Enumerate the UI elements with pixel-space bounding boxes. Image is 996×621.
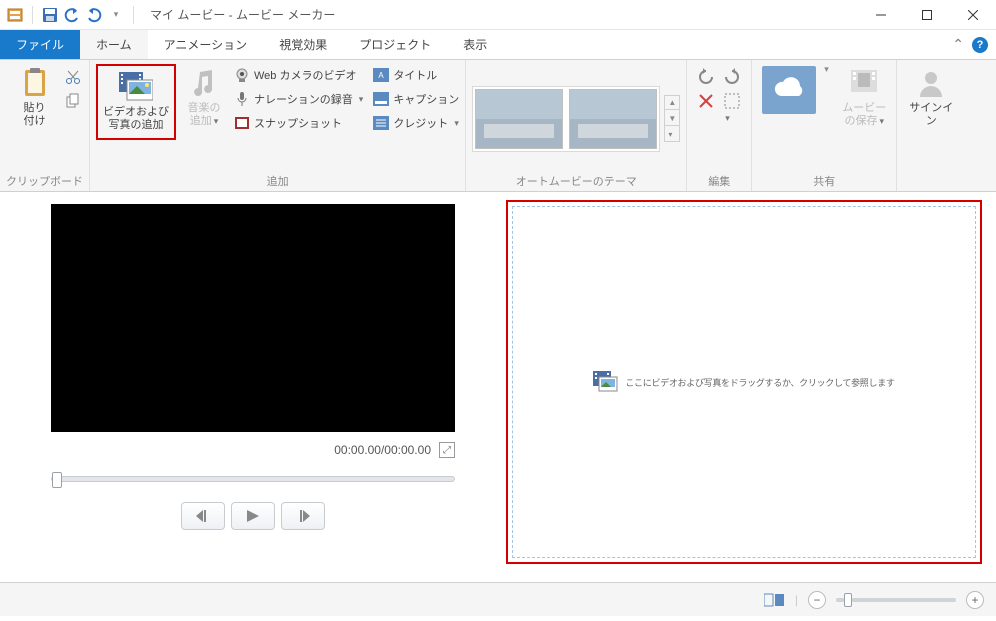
maximize-button[interactable] xyxy=(904,0,950,30)
zoom-in-button[interactable]: + xyxy=(966,591,984,609)
theme-thumb-2[interactable] xyxy=(569,89,657,149)
share-cloud-button[interactable] xyxy=(758,64,820,116)
ribbon: 貼り 付け クリップボード ビデオおよび 写真の追加 xyxy=(0,60,996,192)
film-save-icon xyxy=(847,66,881,100)
play-button[interactable] xyxy=(231,502,275,530)
quick-access-toolbar: ▾ xyxy=(0,6,138,24)
timeline-highlight: ここにビデオおよび写真をドラッグするか、クリックして参照します xyxy=(506,200,982,564)
rotate-left-icon[interactable] xyxy=(697,68,715,86)
qat-dropdown-icon[interactable]: ▾ xyxy=(107,6,125,24)
tab-animation[interactable]: アニメーション xyxy=(148,30,264,59)
group-label-clipboard: クリップボード xyxy=(6,173,83,189)
cloud-icon xyxy=(762,66,816,114)
group-share: ▾ ムービー の保存▾ 共有 xyxy=(752,60,897,191)
caption-button[interactable]: キャプション xyxy=(373,88,459,110)
zoom-slider[interactable] xyxy=(836,598,956,602)
group-signin: サインイン xyxy=(897,60,965,191)
timeline-pane: ここにビデオおよび写真をドラッグするか、クリックして参照します xyxy=(506,192,996,582)
tab-file[interactable]: ファイル xyxy=(0,30,80,59)
tab-visual-effects[interactable]: 視覚効果 xyxy=(263,30,343,59)
save-icon[interactable] xyxy=(41,6,59,24)
save-movie-button[interactable]: ムービー の保存▾ xyxy=(838,64,890,132)
preview-pane: 00:00.00/00:00.00 ⤢ xyxy=(0,192,506,582)
close-button[interactable] xyxy=(950,0,996,30)
group-label-edit: 編集 xyxy=(708,173,730,189)
snapshot-icon xyxy=(234,115,250,131)
fullscreen-icon[interactable]: ⤢ xyxy=(439,442,455,458)
zoom-thumb[interactable] xyxy=(844,593,852,607)
webcam-icon xyxy=(234,67,250,83)
help-icon[interactable]: ? xyxy=(972,37,988,53)
seek-thumb[interactable] xyxy=(52,472,62,488)
title-icon: A xyxy=(373,67,389,83)
add-video-photo-highlight: ビデオおよび 写真の追加 xyxy=(96,64,176,140)
video-photo-icon xyxy=(119,70,153,104)
tab-view[interactable]: 表示 xyxy=(447,30,503,59)
credit-button[interactable]: クレジット▾ xyxy=(373,112,459,134)
theme-gallery[interactable] xyxy=(472,86,660,152)
rotate-right-icon[interactable] xyxy=(723,68,741,86)
credit-icon xyxy=(373,115,389,131)
drop-hint: ここにビデオおよび写真をドラッグするか、クリックして参照します xyxy=(593,371,894,393)
group-label-signin xyxy=(930,173,933,189)
window-title: マイ ムービー - ムービー メーカー xyxy=(138,6,858,23)
share-more-icon[interactable]: ▾ xyxy=(824,64,834,75)
timeline-drop-area[interactable]: ここにビデオおよび写真をドラッグするか、クリックして参照します xyxy=(512,206,976,558)
signin-button[interactable]: サインイン xyxy=(903,64,959,132)
group-label-automovie: オートムービーのテーマ xyxy=(516,173,637,189)
gallery-down-icon[interactable]: ▼ xyxy=(665,112,679,126)
seek-slider[interactable] xyxy=(51,476,455,482)
music-note-icon xyxy=(187,66,221,100)
copy-icon[interactable] xyxy=(65,90,81,112)
svg-text:A: A xyxy=(379,71,385,80)
paste-button[interactable]: 貼り 付け xyxy=(9,64,61,132)
group-add: ビデオおよび 写真の追加 音楽の 追加▾ Web カメラのビデオ ナレーションの… xyxy=(90,60,466,191)
add-music-button[interactable]: 音楽の 追加▾ xyxy=(180,64,228,132)
next-frame-button[interactable] xyxy=(281,502,325,530)
delete-icon[interactable] xyxy=(697,92,715,124)
cut-icon[interactable] xyxy=(65,66,81,88)
microphone-icon xyxy=(234,91,250,107)
undo-icon[interactable] xyxy=(63,6,81,24)
gallery-more-icon[interactable]: ▾ xyxy=(665,128,679,141)
video-preview[interactable] xyxy=(51,204,455,432)
select-all-icon[interactable]: ▾ xyxy=(723,92,741,124)
app-icon xyxy=(6,6,24,24)
prev-frame-button[interactable] xyxy=(181,502,225,530)
add-video-photo-button[interactable]: ビデオおよび 写真の追加 xyxy=(100,68,172,136)
clipboard-icon xyxy=(18,66,52,100)
group-edit: ▾ 編集 xyxy=(687,60,752,191)
tab-home[interactable]: ホーム xyxy=(80,30,148,59)
caption-icon xyxy=(373,91,389,107)
window-buttons xyxy=(858,0,996,30)
ribbon-tabs: ファイル ホーム アニメーション 視覚効果 プロジェクト 表示 ⌃ ? xyxy=(0,30,996,60)
gallery-up-icon[interactable]: ▲ xyxy=(665,96,679,110)
workspace: 00:00.00/00:00.00 ⤢ ここにビデオおよび写真をドラッグするか、… xyxy=(0,192,996,582)
group-label-share: 共有 xyxy=(813,173,835,189)
playback-controls xyxy=(181,502,325,530)
collapse-ribbon-icon[interactable]: ⌃ xyxy=(952,36,964,53)
narration-button[interactable]: ナレーションの録音▾ xyxy=(234,88,363,110)
drop-hint-icon xyxy=(593,371,619,393)
statusbar: | − + xyxy=(0,582,996,616)
webcam-video-button[interactable]: Web カメラのビデオ xyxy=(234,64,363,86)
group-label-add: 追加 xyxy=(267,173,289,189)
minimize-button[interactable] xyxy=(858,0,904,30)
zoom-out-button[interactable]: − xyxy=(808,591,826,609)
titlebar: ▾ マイ ムービー - ムービー メーカー xyxy=(0,0,996,30)
group-automovie: ▲ ▼ ▾ オートムービーのテーマ xyxy=(466,60,687,191)
time-display: 00:00.00/00:00.00 xyxy=(334,443,431,457)
user-icon xyxy=(914,66,948,100)
theme-thumb-1[interactable] xyxy=(475,89,563,149)
title-button[interactable]: Aタイトル xyxy=(373,64,459,86)
snapshot-button[interactable]: スナップショット xyxy=(234,112,363,134)
tab-project[interactable]: プロジェクト xyxy=(343,30,447,59)
drop-hint-text: ここにビデオおよび写真をドラッグするか、クリックして参照します xyxy=(625,376,894,389)
view-toggle-icon[interactable] xyxy=(763,591,785,609)
group-clipboard: 貼り 付け クリップボード xyxy=(0,60,90,191)
redo-icon[interactable] xyxy=(85,6,103,24)
